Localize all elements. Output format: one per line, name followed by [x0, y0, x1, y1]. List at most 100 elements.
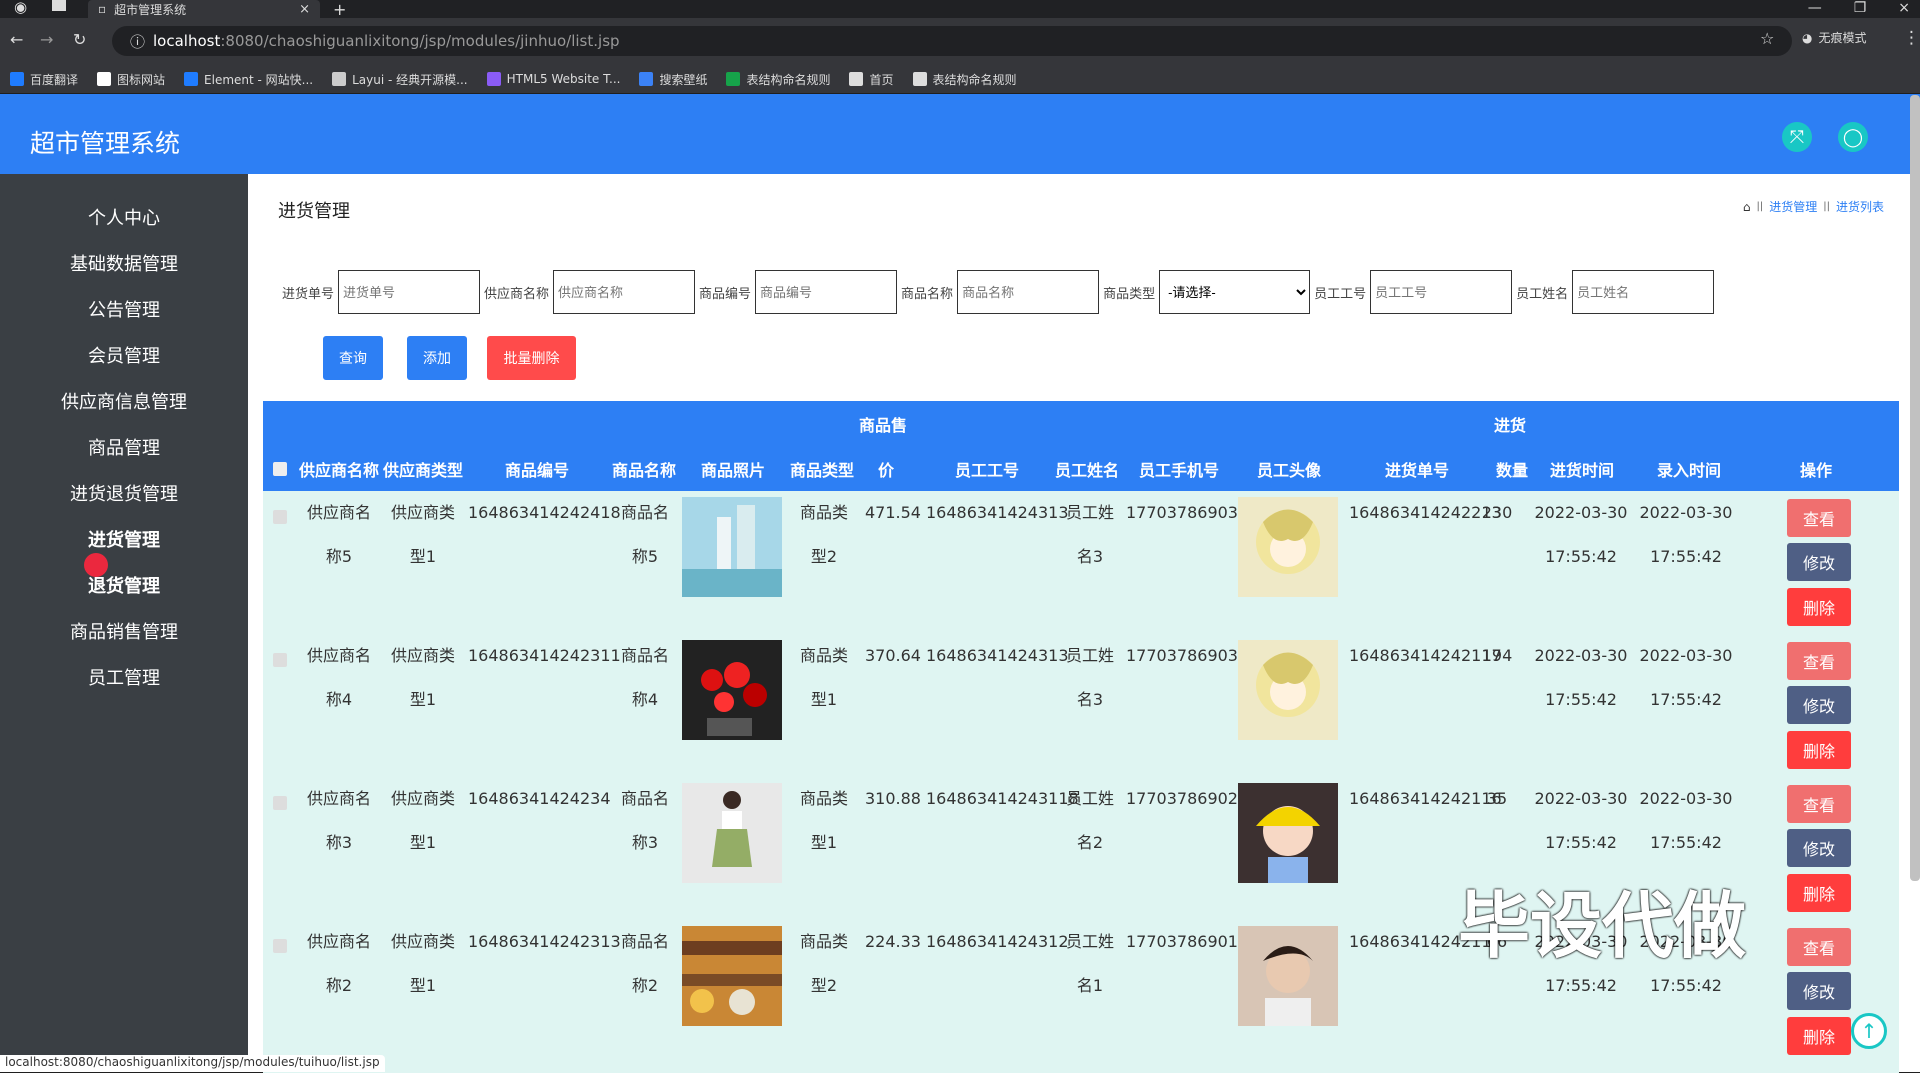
bookmark-label: Layui - 经典开源模...	[352, 72, 468, 87]
sidebar-item[interactable]: 商品销售管理	[0, 610, 248, 656]
entry-time-line: 2022-03-30	[1639, 646, 1733, 665]
entry-time-line: 2022-03-30	[1639, 503, 1733, 522]
view-button[interactable]: 查看	[1787, 642, 1851, 680]
header-order-number: 进货单号	[1385, 461, 1450, 480]
edit-button[interactable]: 修改	[1787, 686, 1851, 724]
delete-button[interactable]: 删除	[1787, 731, 1851, 769]
breadcrumb-item[interactable]: 进货管理	[1769, 198, 1817, 215]
tab-icon[interactable]	[52, 0, 66, 11]
sidebar: 个人中心 基础数据管理 公告管理 会员管理 供应商信息管理 商品管理 进货退货管理 进货管理退…	[0, 174, 248, 1072]
header-product-code: 商品编号	[505, 461, 570, 480]
tab-title: 超市管理系统	[114, 2, 187, 17]
bookmark-item[interactable]: HTML5 Website T...	[486, 72, 620, 86]
row-checkbox[interactable]	[273, 653, 287, 667]
product-code-cell: 164863414242313	[468, 932, 621, 951]
bookmark-icon	[639, 72, 654, 86]
query-button[interactable]: 查询	[323, 336, 383, 380]
back-icon[interactable]: ←	[10, 30, 23, 49]
sidebar-item[interactable]: 进货退货管理	[0, 472, 248, 518]
select-all-checkbox[interactable]	[273, 462, 287, 476]
close-window-icon[interactable]: ×	[1898, 0, 1910, 16]
row-checkbox[interactable]	[273, 510, 287, 524]
view-button[interactable]: 查看	[1787, 499, 1851, 537]
product-type-select[interactable]: -请选择-	[1159, 270, 1311, 314]
delete-button[interactable]: 删除	[1787, 588, 1851, 626]
employee-id-input[interactable]	[1370, 270, 1513, 314]
edit-button[interactable]: 修改	[1787, 543, 1851, 581]
view-button[interactable]: 查看	[1787, 785, 1851, 823]
sidebar-item[interactable]: 个人中心	[0, 196, 248, 242]
sidebar-item[interactable]: 基础数据管理	[0, 242, 248, 288]
browser-icon[interactable]: ◉	[14, 0, 27, 16]
reload-icon[interactable]: ↻	[73, 30, 86, 49]
product-type-line: 商品类	[799, 503, 848, 522]
sidebar-item[interactable]: 退货管理	[0, 564, 248, 610]
bookmark-item[interactable]: Layui - 经典开源模...	[332, 71, 468, 88]
browser-tab[interactable]: ▫ 超市管理系统 ×	[88, 0, 320, 18]
batch-delete-button[interactable]: 批量删除	[487, 336, 576, 380]
bookmark-label: 表结构命名规则	[932, 72, 1017, 87]
product-name-cell: 商品名 称5	[608, 491, 682, 579]
entry-time-line: 17:55:42	[1650, 690, 1722, 709]
bookmark-label: 搜索壁纸	[659, 72, 708, 87]
delete-button[interactable]: 删除	[1787, 874, 1851, 912]
header-supplier-name: 供应商名称	[299, 461, 380, 480]
table-header: 商品售 进货 供应商名称 供应商类型 商品编号 商品名称 商品照片 商品类型 价…	[263, 401, 1899, 491]
employee-avatar	[1238, 497, 1338, 597]
sidebar-item[interactable]: 会员管理	[0, 334, 248, 380]
edit-button[interactable]: 修改	[1787, 829, 1851, 867]
row-checkbox[interactable]	[273, 796, 287, 810]
sidebar-item[interactable]: 供应商信息管理	[0, 380, 248, 426]
supplier-type-cell: 供应商类 型1	[383, 634, 463, 722]
page-scrollbar[interactable]	[1910, 95, 1920, 881]
fullscreen-icon[interactable]: ⤧	[1782, 122, 1812, 152]
product-name-input[interactable]	[957, 270, 1100, 314]
supplier-name-line: 称4	[325, 690, 353, 709]
close-icon[interactable]: ×	[299, 2, 310, 17]
sidebar-item[interactable]: 公告管理	[0, 288, 248, 334]
supplier-name-line: 供应商名	[306, 932, 371, 951]
bookmark-item[interactable]: Element - 网站快...	[184, 71, 313, 88]
employee-name-line: 名2	[1076, 833, 1104, 852]
bookmark-item[interactable]: 表结构命名规则	[912, 71, 1017, 88]
address-bar[interactable]: ⓘ localhost:8080/chaoshiguanlixitong/jsp/…	[112, 26, 1792, 56]
user-icon[interactable]: ◯	[1838, 122, 1868, 152]
sidebar-item[interactable]: 商品管理	[0, 426, 248, 472]
employee-name-input[interactable]	[1572, 270, 1715, 314]
view-button[interactable]: 查看	[1787, 928, 1851, 966]
supplier-type-line: 供应商类	[390, 646, 455, 665]
product-code-input[interactable]	[755, 270, 898, 314]
header-quantity: 数量	[1496, 461, 1529, 480]
incognito-profile[interactable]: ◕ 无痕模式	[1802, 29, 1867, 46]
bookmark-star-icon[interactable]: ☆	[1760, 29, 1774, 48]
sidebar-item[interactable]: 员工管理	[0, 656, 248, 702]
restore-icon[interactable]: ❐	[1854, 0, 1867, 16]
breadcrumb-separator: ||	[1756, 201, 1764, 212]
search-label-employee-name: 员工姓名	[1516, 286, 1569, 302]
row-checkbox[interactable]	[273, 939, 287, 953]
supplier-name-input[interactable]	[553, 270, 696, 314]
add-button[interactable]: 添加	[407, 336, 467, 380]
bookmark-item[interactable]: 首页	[849, 71, 894, 88]
forward-icon[interactable]: →	[40, 30, 53, 49]
supplier-name-cell: 供应商名 称4	[299, 634, 379, 722]
purchase-time-line: 17:55:42	[1545, 976, 1617, 995]
bookmark-item[interactable]: 百度翻译	[10, 71, 78, 88]
breadcrumb-item[interactable]: 进货列表	[1836, 198, 1884, 215]
bookmark-item[interactable]: 图标网站	[97, 71, 165, 88]
minimize-icon[interactable]: —	[1808, 0, 1822, 16]
purchase-time-line: 17:55:42	[1545, 547, 1617, 566]
edit-button[interactable]: 修改	[1787, 972, 1851, 1010]
product-type-line: 型2	[810, 547, 838, 566]
back-to-top-icon[interactable]: ↑	[1851, 1013, 1887, 1049]
more-icon[interactable]: ⋮	[1903, 28, 1920, 48]
order-number-input[interactable]	[338, 270, 481, 314]
home-icon[interactable]: ⌂	[1743, 200, 1751, 214]
bookmark-item[interactable]: 表结构命名规则	[726, 71, 830, 88]
new-tab-icon[interactable]: +	[333, 0, 346, 19]
delete-button[interactable]: 删除	[1787, 1017, 1851, 1055]
search-form: 进货单号 供应商名称 商品编号 商品名称 商品类型-请选择- 员工工号 员工姓名	[282, 270, 1715, 314]
sidebar-item[interactable]: 进货管理	[0, 518, 248, 564]
bookmark-item[interactable]: 搜索壁纸	[639, 71, 707, 88]
search-label-product-type: 商品类型	[1103, 286, 1156, 302]
